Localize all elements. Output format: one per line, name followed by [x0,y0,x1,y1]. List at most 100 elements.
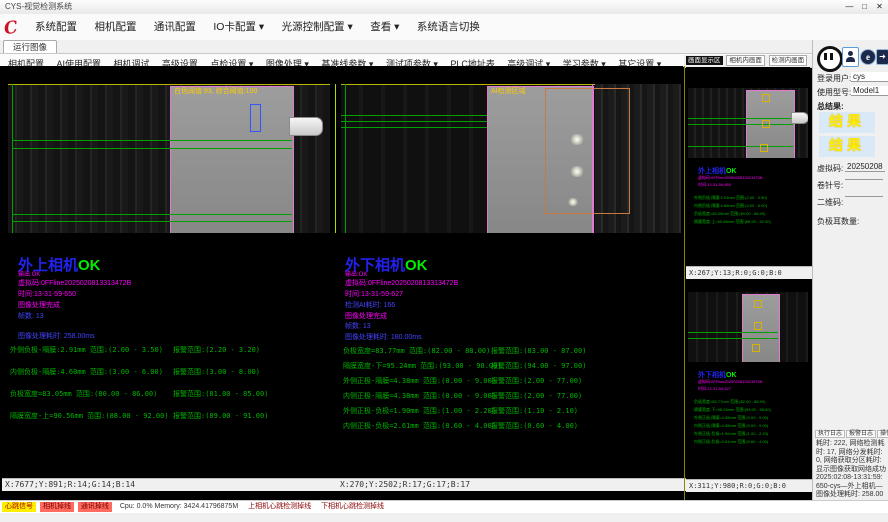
menu-camera-config[interactable]: 相机配置 [94,14,136,40]
view-switch-label: 画面显示区 [686,56,723,65]
menu-io-config[interactable]: IO卡配置 ▾ [213,14,264,40]
mini-row: 内侧正极-隔膜=4.38mm 范围:(0.00 - 9.00) [694,423,768,429]
qr-code-value [845,196,883,197]
frames-line: 帧数: 13 [345,321,371,331]
threshold-overlay-text: 白色阈值:93, 综合阈值:100 [174,86,257,96]
left-camera-image[interactable]: 白色阈值:93, 综合阈值:100 [8,84,330,233]
mini-camera-name: 外下相机 [698,371,726,379]
view-switch-tab-detect[interactable]: 检测内画面 [769,55,808,66]
menu-language-switch[interactable]: 系统语言切换 [417,14,480,40]
alarm-range: 报警范围:(89.00 - 91.00) [173,411,268,421]
mini-code: 虚拟码:0FFline2025020813313472B [698,175,763,181]
user-icon [848,51,853,56]
qr-code-label: 二维码: [817,197,843,208]
user-button[interactable] [842,47,859,67]
comm-offline-badge: 通讯掉线 [78,502,112,512]
menu-comm-config[interactable]: 通讯配置 [154,14,196,40]
measurement-value: 隔膜宽度-上=90.56mm 范围:(88.00 - 92.00) [10,412,169,420]
alarm-range: 报警范围:(0.60 - 4.00) [491,421,578,431]
measure-line [12,148,292,149]
menu-light-config[interactable]: 光源控制配置 ▾ [282,14,353,40]
close-button[interactable]: ✕ [873,0,886,13]
measurement-value: 内侧正极-负极=2.61mm 范围:(0.60 - 4.00) [343,422,496,430]
measure-line [12,221,292,222]
alarm-range: 报警范围:(2.00 - 77.00) [491,391,582,401]
log-tab-exec[interactable]: 执行日志 [815,430,845,438]
virtual-code-line: 虚拟码:0FFline2025020813313472B [18,278,131,288]
log-e-button[interactable]: e [860,49,876,65]
time-line: 时间:13-31-59-627 [345,289,403,299]
menu-bar: C 系统配置 相机配置 通讯配置 IO卡配置 ▾ 光源控制配置 ▾ 查看 ▾ 系… [0,14,888,41]
pause-button[interactable] [817,46,843,72]
minimize-button[interactable]: — [843,0,856,13]
maximize-button[interactable]: □ [858,0,871,13]
mini-bottom-image [688,292,808,362]
middle-camera-view: AI检测区域 外下相机OK 输出:OK 虚拟码:0FFline202502081… [337,66,683,500]
measurement-row: 外侧正极-隔膜=4.38mm 范围:(0.00 - 9.00) 报警范围:(2.… [343,376,679,386]
upper-camera-warning: 上相机心跳检测掉线 [248,501,311,513]
window-title: CYS-视觉检测系统 [5,0,72,14]
alarm-range: 报警范围:(2.00 - 77.00) [491,376,582,386]
measurement-row: 外侧正极-负极=1.90mm 范围:(1.00 - 2.20) 报警范围:(1.… [343,406,679,416]
done-line: 图像处理完成 [345,311,387,321]
model-value[interactable]: Model1 [851,86,888,96]
measurement-value: 外侧正极-隔膜=4.38mm 范围:(0.00 - 9.00) [343,377,496,385]
result-box-2: 结果 [819,136,875,157]
camera-offline-badge: 相机掉线 [40,502,74,512]
ai-overlay-text: AI检测区域 [491,86,526,96]
tab-connector [289,117,323,136]
mini-top-view[interactable]: 外上相机OK 虚拟码:0FFline2025020813313472B 时间:1… [686,67,810,266]
mini-row: 外侧负极-隔膜:2.91mm 范围:(2.00 - 3.50) [694,195,767,201]
time-line: 时间:13-31-59-650 [18,289,76,299]
frames-line: 帧数: 13 [18,311,44,321]
log-tab-operate[interactable]: 操作日志 [877,430,888,438]
mini-time: 时间:13-31-59-627 [698,386,731,392]
weld-spot [569,166,585,177]
view-switch-tab-inner-camera[interactable]: 相机内画面 [726,55,765,66]
menu-view[interactable]: 查看 ▾ [370,14,399,40]
heartbeat-badge: 心跳信号 [2,502,36,512]
mini-code: 虚拟码:0FFline2025020813313472B [698,379,763,385]
tab-count-label: 负极耳数量: [817,216,859,227]
virtual-code-label: 虚拟码: [817,163,843,174]
measurement-row: 外侧负极-隔膜:2.91mm 范围:(2.00 - 3.50) 报警范围:(2.… [10,345,336,355]
login-user-value[interactable]: cys [851,72,888,82]
ai-time-line: 检测AI耗时: 166 [345,300,395,310]
mini-row: 内侧正极-负极=2.61mm 范围:(0.60 - 4.00) [694,439,768,445]
mini-row: 负极宽度=83.77mm 范围:(82.00 - 88.00) [694,399,765,405]
measurement-value: 负极宽度=83.05mm 范围:(80.00 - 86.00) [10,390,157,398]
mini-divider [684,66,685,500]
ai-detect-box [545,88,630,214]
measurement-value: 外侧负极-隔膜:2.91mm 范围:(2.00 - 3.50) [10,346,163,354]
exit-button[interactable]: ➜ [876,49,888,65]
measure-line [341,121,487,122]
cell-region [170,86,294,233]
measure-line [12,140,292,141]
tab-strip: 运行图像 [0,40,888,54]
mini-top-coords: X:267;Y:13;R:0;G:0;B:0 [686,266,813,279]
lower-camera-warning: 下相机心跳检测掉线 [321,501,384,513]
mini-camera-name: 外上相机 [698,167,726,175]
alarm-range: 报警范围:(1.10 - 2.10) [491,406,578,416]
log-tab-bar: 执行日志报警日志操作日志 [815,428,888,437]
alarm-range: 报警范围:(2.20 - 3.20) [173,345,260,355]
mini-row: 外侧正极-负极=1.90mm 范围:(1.00 - 2.20) [694,431,768,437]
view-divider [335,84,336,233]
edge-line [592,84,593,233]
camera-status: OK [405,257,428,274]
middle-camera-image[interactable]: AI检测区域 [341,84,681,233]
log-tab-alarm[interactable]: 报警日志 [846,430,876,438]
elapsed-line: 图像处理耗时: 258.00ms [18,331,95,341]
measure-line [341,115,487,116]
mini-bottom-view[interactable]: 外下相机OK 虚拟码:0FFline2025020813313472B 时间:1… [686,279,810,478]
mini-status: OK [726,168,737,175]
exit-arrow-icon: ➜ [877,50,888,64]
menu-system-config[interactable]: 系统配置 [35,14,77,40]
log-text[interactable]: 耗时: 222, 网络检测耗时: 17, 网络分发耗时: 0, 网络获取分区耗时… [816,440,886,508]
mini-row: 内侧负极-隔膜:4.60mm 范围:(3.00 - 6.00) [694,203,767,209]
app-window: CYS-视觉检测系统 — □ ✕ C 系统配置 相机配置 通讯配置 IO卡配置 … [0,0,888,522]
mini-row: 负极宽度=83.05mm 范围:(80.00 - 86.00) [694,211,765,217]
left-edge-line [345,84,346,233]
tab-run-image[interactable]: 运行图像 [3,40,57,53]
measurement-value: 外侧正极-负极=1.90mm 范围:(1.00 - 2.20) [343,407,496,415]
